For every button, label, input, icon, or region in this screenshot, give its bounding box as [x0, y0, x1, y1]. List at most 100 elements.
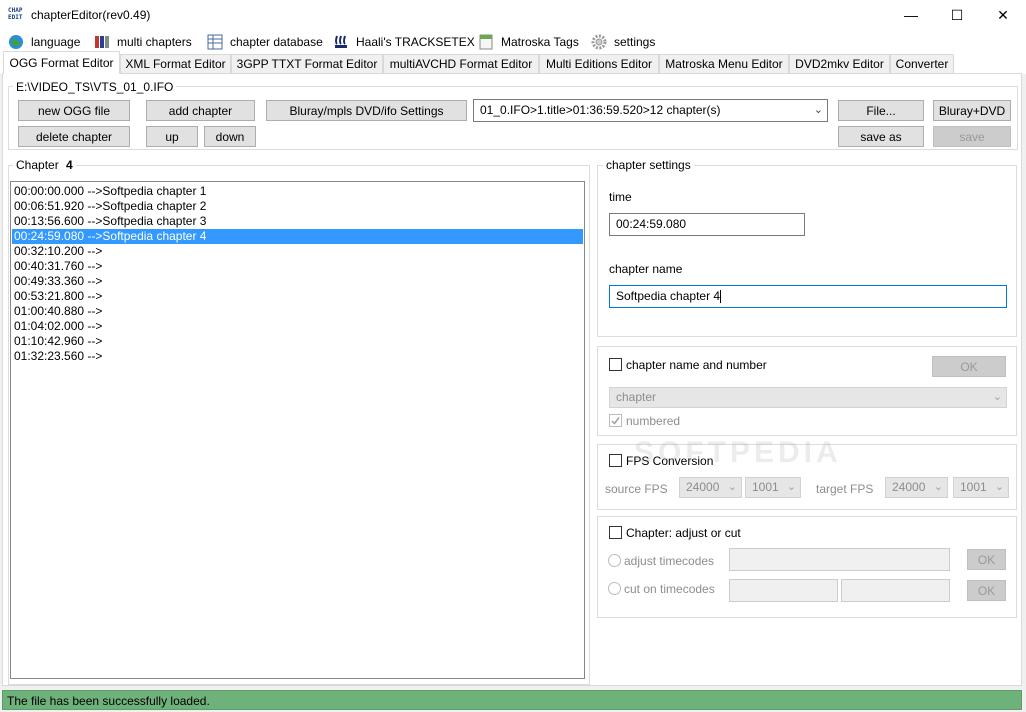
chapter-settings-title: chapter settings — [603, 158, 694, 172]
add-chapter-button[interactable]: add chapter — [146, 100, 255, 121]
list-item[interactable]: 01:32:23.560 --> — [12, 349, 583, 364]
cut-end-input[interactable] — [841, 579, 950, 602]
cut-timecodes-label: cut on timecodes — [624, 582, 715, 596]
tab-ogg-format-editor[interactable]: OGG Format Editor — [3, 51, 120, 74]
adjust-timecodes-input[interactable] — [729, 548, 950, 571]
target-fps-select[interactable]: 24000 ⌄ — [885, 477, 948, 498]
checkmark-icon — [611, 417, 620, 425]
minimize-button[interactable]: — — [888, 0, 934, 30]
cut-timecodes-radio[interactable] — [608, 582, 621, 595]
menu-settings[interactable]: settings — [591, 33, 655, 51]
time-label: time — [609, 190, 632, 204]
document-icon — [478, 34, 494, 50]
numbered-checkbox[interactable] — [609, 414, 622, 427]
source-fps-value: 24000 — [686, 480, 720, 494]
tab-dvd2mkv-editor[interactable]: DVD2mkv Editor — [789, 54, 890, 73]
chapter-list[interactable]: 00:00:00.000 -->Softpedia chapter 1 00:0… — [10, 181, 585, 679]
chevron-down-icon: ⌄ — [992, 391, 1002, 403]
new-ogg-file-button[interactable]: new OGG file — [18, 100, 130, 121]
gear-icon — [591, 34, 607, 50]
window-title: chapterEditor(rev0.49) — [31, 8, 151, 22]
list-item[interactable]: 00:40:31.760 --> — [12, 259, 583, 274]
menu-multi-chapters[interactable]: multi chapters — [94, 33, 192, 51]
target-fps-den-value: 1001 — [960, 480, 987, 494]
adjust-timecodes-label: adjust timecodes — [624, 554, 715, 568]
list-item[interactable]: 00:49:33.360 --> — [12, 274, 583, 289]
list-item[interactable]: 00:53:21.800 --> — [12, 289, 583, 304]
list-item[interactable]: 01:00:40.880 --> — [12, 304, 583, 319]
list-item[interactable]: 00:00:00.000 -->Softpedia chapter 1 — [12, 184, 583, 199]
books-icon — [94, 34, 110, 50]
watermark: SOFTPEDIA — [634, 436, 842, 469]
target-fps-den-select[interactable]: 1001 ⌄ — [953, 477, 1009, 498]
name-number-ok-button[interactable]: OK — [932, 356, 1006, 377]
delete-chapter-button[interactable]: delete chapter — [18, 126, 130, 147]
menu-matroska-tags[interactable]: Matroska Tags — [478, 33, 579, 51]
list-item[interactable]: 00:06:51.920 -->Softpedia chapter 2 — [12, 199, 583, 214]
target-fps-value: 24000 — [892, 480, 926, 494]
maximize-button[interactable]: ☐ — [934, 0, 980, 30]
menu-bar: language multi chapters chapter database… — [0, 30, 1026, 52]
menu-multi-chapters-label: multi chapters — [117, 35, 192, 49]
chevron-down-icon: ⌄ — [786, 481, 796, 493]
menu-chapter-database[interactable]: chapter database — [207, 33, 323, 51]
cut-start-input[interactable] — [729, 579, 838, 602]
list-item[interactable]: 00:13:56.600 -->Softpedia chapter 3 — [12, 214, 583, 229]
app-icon: CHAP EDIT — [8, 7, 23, 21]
globe-icon — [8, 34, 24, 50]
bluray-dvd-button[interactable]: Bluray+DVD — [933, 100, 1011, 121]
chapter-name-label: chapter name — [609, 262, 683, 276]
chapter-name-value: Softpedia chapter 4 — [616, 289, 721, 303]
chapter-prefix-value: chapter — [616, 390, 657, 404]
menu-tracksetex[interactable]: Haali's TRACKSETEX — [333, 33, 475, 51]
tab-converter[interactable]: Converter — [890, 54, 954, 73]
name-number-checkbox[interactable] — [609, 358, 622, 371]
adjust-timecodes-radio[interactable] — [608, 554, 621, 567]
menu-language[interactable]: language — [8, 33, 80, 51]
chapter-number: 4 — [66, 158, 73, 172]
list-item[interactable]: 00:32:10.200 --> — [12, 244, 583, 259]
chapter-group-title: Chapter 4 — [13, 158, 76, 172]
status-text: The file has been successfully loaded. — [7, 694, 210, 708]
cut-ok-button[interactable]: OK — [967, 580, 1006, 601]
menu-language-label: language — [31, 35, 81, 49]
title-select-value: 01_0.IFO>1.title>01:36:59.520>12 chapter… — [480, 103, 721, 117]
chevron-down-icon: ⌄ — [813, 104, 823, 116]
source-fps-select[interactable]: 24000 ⌄ — [679, 477, 742, 498]
tab-3gpp-ttxt-format-editor[interactable]: 3GPP TTXT Format Editor — [231, 54, 383, 73]
chevron-down-icon: ⌄ — [994, 481, 1004, 493]
tab-multiavchd-format-editor[interactable]: multiAVCHD Format Editor — [383, 54, 539, 73]
list-item-selected[interactable]: 00:24:59.080 -->Softpedia chapter 4 — [12, 229, 583, 244]
source-fps-den-value: 1001 — [752, 480, 779, 494]
matroska-icon — [333, 34, 349, 50]
chevron-down-icon: ⌄ — [933, 481, 943, 493]
file-button[interactable]: File... — [838, 100, 924, 121]
time-input[interactable]: 00:24:59.080 — [609, 213, 805, 236]
file-path: E:\VIDEO_TS\VTS_01_0.IFO — [13, 80, 177, 94]
menu-chapter-database-label: chapter database — [230, 35, 323, 49]
save-button[interactable]: save — [933, 126, 1011, 147]
down-button[interactable]: down — [204, 126, 256, 147]
fps-checkbox[interactable] — [609, 454, 622, 467]
list-item[interactable]: 01:04:02.000 --> — [12, 319, 583, 334]
title-bar: CHAP EDIT chapterEditor(rev0.49) — ☐ ✕ — [0, 0, 1026, 30]
tab-xml-format-editor[interactable]: XML Format Editor — [120, 54, 231, 73]
list-item[interactable]: 01:10:42.960 --> — [12, 334, 583, 349]
text-cursor — [720, 290, 722, 304]
title-select[interactable]: 01_0.IFO>1.title>01:36:59.520>12 chapter… — [473, 99, 828, 122]
chapter-name-input[interactable]: Softpedia chapter 4 — [609, 285, 1007, 308]
chapter-prefix-select[interactable]: chapter ⌄ — [609, 387, 1007, 408]
adjust-cut-checkbox[interactable] — [609, 526, 622, 539]
numbered-label: numbered — [626, 414, 681, 428]
chevron-down-icon: ⌄ — [727, 481, 737, 493]
bluray-dvd-settings-button[interactable]: Bluray/mpls DVD/ifo Settings — [266, 100, 467, 121]
adjust-ok-button[interactable]: OK — [967, 549, 1006, 570]
close-button[interactable]: ✕ — [980, 0, 1026, 30]
save-as-button[interactable]: save as — [838, 126, 924, 147]
adjust-cut-label: Chapter: adjust or cut — [626, 526, 741, 540]
tab-multi-editions-editor[interactable]: Multi Editions Editor — [539, 54, 659, 73]
up-button[interactable]: up — [146, 126, 198, 147]
chapter-settings-group — [597, 165, 1017, 337]
tab-matroska-menu-editor[interactable]: Matroska Menu Editor — [659, 54, 789, 73]
source-fps-den-select[interactable]: 1001 ⌄ — [745, 477, 801, 498]
